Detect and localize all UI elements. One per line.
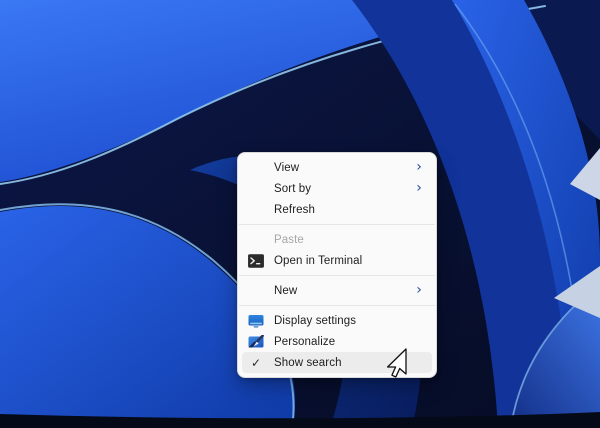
menu-item-label: Refresh <box>274 204 426 216</box>
icon-slot-empty <box>247 283 265 299</box>
icon-slot-empty <box>247 202 265 218</box>
check-icon: ✓ <box>247 355 265 371</box>
icon-slot-empty <box>247 181 265 197</box>
chevron-right-icon: › <box>412 181 426 195</box>
menu-item-display-settings[interactable]: Display settings <box>242 310 432 331</box>
menu-item-view[interactable]: View › <box>242 157 432 178</box>
menu-item-label: Display settings <box>274 315 426 327</box>
menu-item-sort-by[interactable]: Sort by › <box>242 178 432 199</box>
menu-separator <box>239 275 435 276</box>
desktop[interactable]: View › Sort by › Refresh Paste <box>0 0 600 428</box>
menu-separator <box>239 224 435 225</box>
menu-item-label: Open in Terminal <box>274 255 426 267</box>
terminal-icon <box>247 253 265 269</box>
menu-item-label: Personalize <box>274 336 426 348</box>
menu-item-new[interactable]: New › <box>242 280 432 301</box>
menu-item-refresh[interactable]: Refresh <box>242 199 432 220</box>
menu-item-label: View <box>274 162 412 174</box>
menu-item-label: New <box>274 285 412 297</box>
menu-item-label: Paste <box>274 234 426 246</box>
chevron-right-icon: › <box>412 283 426 297</box>
menu-item-open-in-terminal[interactable]: Open in Terminal <box>242 250 432 271</box>
personalize-icon <box>247 334 265 350</box>
icon-slot-empty <box>247 232 265 248</box>
display-settings-icon <box>247 313 265 329</box>
context-menu: View › Sort by › Refresh Paste <box>237 152 437 378</box>
icon-slot-empty <box>247 160 265 176</box>
menu-separator <box>239 305 435 306</box>
menu-item-paste: Paste <box>242 229 432 250</box>
menu-item-label: Sort by <box>274 183 412 195</box>
menu-item-label: Show search <box>274 357 426 369</box>
menu-item-personalize[interactable]: Personalize <box>242 331 432 352</box>
chevron-right-icon: › <box>412 160 426 174</box>
menu-item-show-search[interactable]: ✓ Show search <box>242 352 432 373</box>
